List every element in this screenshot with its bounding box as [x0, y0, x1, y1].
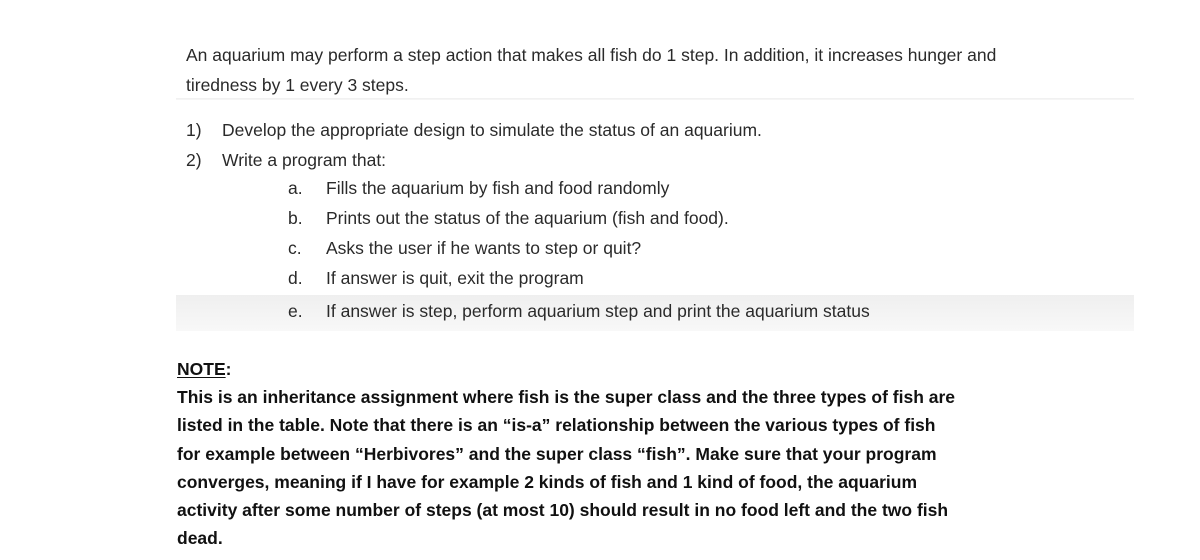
subtask-text: If answer is quit, exit the program — [326, 268, 584, 288]
note-line: listed in the table. Note that there is … — [177, 415, 936, 436]
intro-paragraph: An aquarium may perform a step action th… — [186, 40, 1146, 100]
subtask-item: d. If answer is quit, exit the program — [176, 263, 1134, 293]
task-marker: 1) — [186, 120, 202, 140]
subtask-item: b. Prints out the status of the aquarium… — [176, 203, 1134, 233]
task-item: 1) Develop the appropriate design to sim… — [186, 115, 1146, 145]
intro-line: tiredness by 1 every 3 steps. — [186, 75, 409, 95]
subtask-list: a. Fills the aquarium by fish and food r… — [176, 173, 1134, 331]
task-text: Develop the appropriate design to simula… — [222, 120, 762, 140]
note-colon: : — [225, 359, 232, 379]
note-section: NOTE: This is an inheritance assignment … — [177, 355, 1077, 552]
intro-line: An aquarium may perform a step action th… — [186, 45, 997, 65]
note-line: This is an inheritance assignment where … — [177, 387, 956, 408]
subtask-marker: c. — [288, 238, 302, 258]
note-line: for example between “Herbivores” and the… — [177, 443, 937, 464]
subtask-marker: d. — [288, 268, 303, 288]
note-line: dead. — [177, 528, 223, 549]
note-heading: NOTE — [177, 359, 226, 379]
subtask-text: Asks the user if he wants to step or qui… — [326, 238, 642, 258]
task-text: Write a program that: — [222, 150, 387, 170]
note-line: converges, meaning if I have for example… — [177, 471, 918, 492]
subtask-item: c. Asks the user if he wants to step or … — [176, 233, 1134, 263]
subtask-text: Prints out the status of the aquarium (f… — [326, 208, 729, 228]
subtask-marker: a. — [288, 178, 303, 198]
subtask-item: a. Fills the aquarium by fish and food r… — [176, 173, 1134, 203]
task-marker: 2) — [186, 150, 202, 170]
note-heading-line: NOTE: — [177, 355, 1077, 383]
note-line: activity after some number of steps (at … — [177, 500, 949, 521]
task-list: 1) Develop the appropriate design to sim… — [186, 115, 1146, 175]
subtask-text: Fills the aquarium by fish and food rand… — [326, 178, 670, 198]
subtask-text: If answer is step, perform aquarium step… — [326, 301, 870, 321]
task-item: 2) Write a program that: — [186, 145, 1146, 175]
subtask-marker: b. — [288, 208, 303, 228]
subtask-marker: e. — [288, 301, 303, 321]
divider — [176, 98, 1134, 100]
subtask-item-highlighted: e. If answer is step, perform aquarium s… — [176, 295, 1134, 331]
